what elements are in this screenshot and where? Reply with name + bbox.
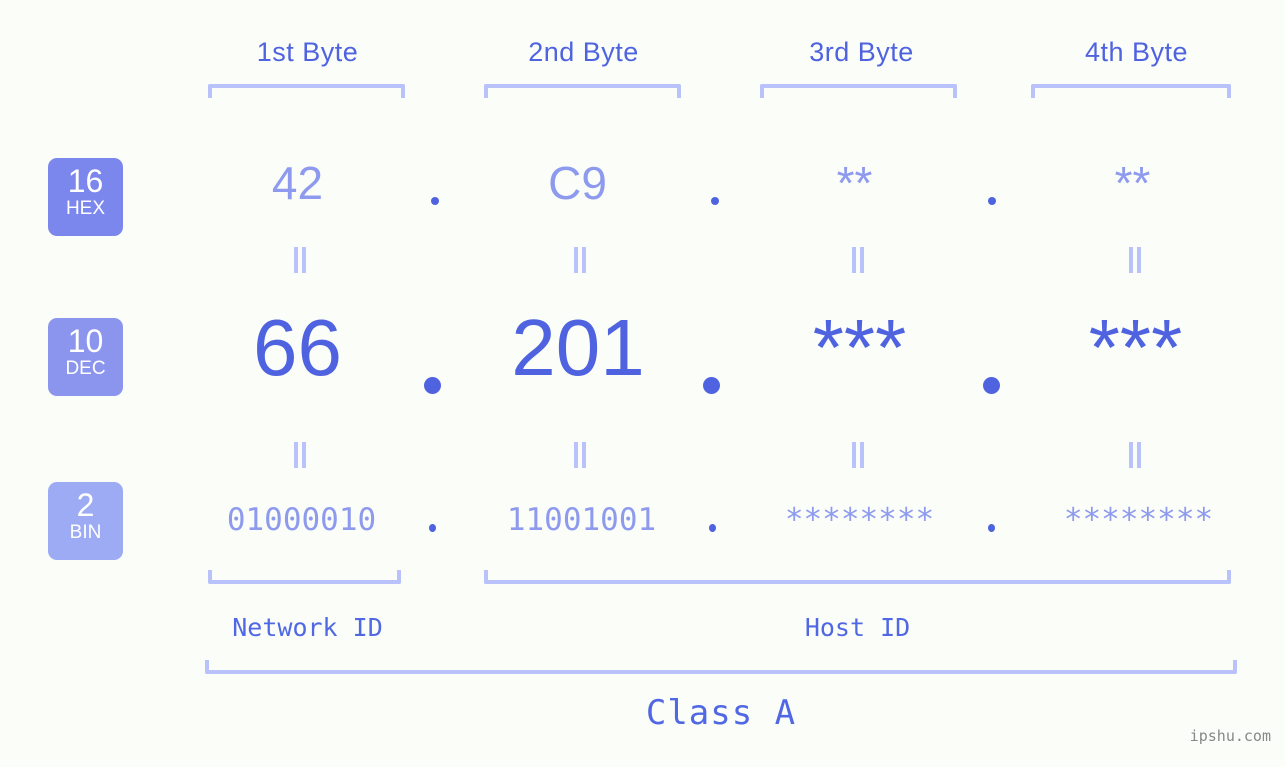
ip-breakdown-diagram: 1st Byte 2nd Byte 3rd Byte 4th Byte 16 H… — [0, 0, 1285, 767]
network-id-bracket — [208, 570, 401, 584]
bin-value-byte-2: 11001001 — [506, 502, 657, 538]
hex-value-byte-1: 42 — [271, 157, 324, 209]
host-id-label: Host ID — [804, 613, 911, 642]
base-badge-dec-abbr: DEC — [65, 358, 106, 379]
base-badge-dec: 10 DEC — [48, 318, 123, 396]
dec-dot-separator-2 — [703, 377, 720, 394]
bin-dot-separator-1 — [429, 524, 436, 532]
equals-separator-dec-bin-2 — [571, 442, 589, 468]
dec-value-byte-2: 201 — [511, 303, 645, 392]
base-badge-hex: 16 HEX — [48, 158, 123, 236]
byte-header-3: 3rd Byte — [809, 37, 914, 67]
bin-dot-separator-2 — [709, 524, 716, 532]
equals-separator-dec-bin-3 — [849, 442, 867, 468]
dec-dot-separator-3 — [983, 377, 1000, 394]
equals-separator-hex-dec-4 — [1126, 247, 1144, 273]
byte-bracket-3 — [760, 84, 957, 98]
bin-value-byte-4: ******** — [1063, 502, 1214, 538]
byte-bracket-2 — [484, 84, 681, 98]
base-badge-hex-abbr: HEX — [65, 198, 106, 219]
equals-separator-hex-dec-1 — [291, 247, 309, 273]
bin-value-byte-1: 01000010 — [226, 502, 377, 538]
hex-value-byte-2: C9 — [548, 157, 607, 209]
base-badge-bin: 2 BIN — [48, 482, 123, 560]
byte-bracket-1 — [208, 84, 405, 98]
equals-separator-dec-bin-4 — [1126, 442, 1144, 468]
hex-dot-separator-1 — [431, 197, 439, 205]
network-id-label: Network ID — [232, 613, 383, 642]
class-bracket — [205, 660, 1237, 674]
dec-dot-separator-1 — [424, 377, 441, 394]
watermark: ipshu.com — [1189, 727, 1271, 745]
byte-bracket-4 — [1031, 84, 1231, 98]
byte-header-4: 4th Byte — [1084, 37, 1189, 67]
host-id-bracket — [484, 570, 1231, 584]
dec-value-byte-1: 66 — [253, 303, 342, 392]
hex-dot-separator-3 — [988, 197, 996, 205]
equals-separator-hex-dec-3 — [849, 247, 867, 273]
base-badge-hex-number: 16 — [67, 163, 104, 199]
bin-value-byte-3: ******** — [784, 502, 935, 538]
dec-value-byte-3: *** — [812, 303, 907, 392]
byte-header-1: 1st Byte — [256, 37, 359, 67]
base-badge-dec-number: 10 — [67, 323, 104, 359]
hex-value-byte-3: ** — [836, 157, 873, 209]
class-label: Class A — [645, 693, 797, 733]
hex-value-byte-4: ** — [1114, 157, 1151, 209]
equals-separator-hex-dec-2 — [571, 247, 589, 273]
hex-dot-separator-2 — [711, 197, 719, 205]
bin-dot-separator-3 — [988, 524, 995, 532]
base-badge-bin-number: 2 — [76, 487, 95, 523]
dec-value-byte-4: *** — [1088, 303, 1183, 392]
byte-header-2: 2nd Byte — [528, 37, 639, 67]
equals-separator-dec-bin-1 — [291, 442, 309, 468]
base-badge-bin-abbr: BIN — [69, 522, 102, 543]
